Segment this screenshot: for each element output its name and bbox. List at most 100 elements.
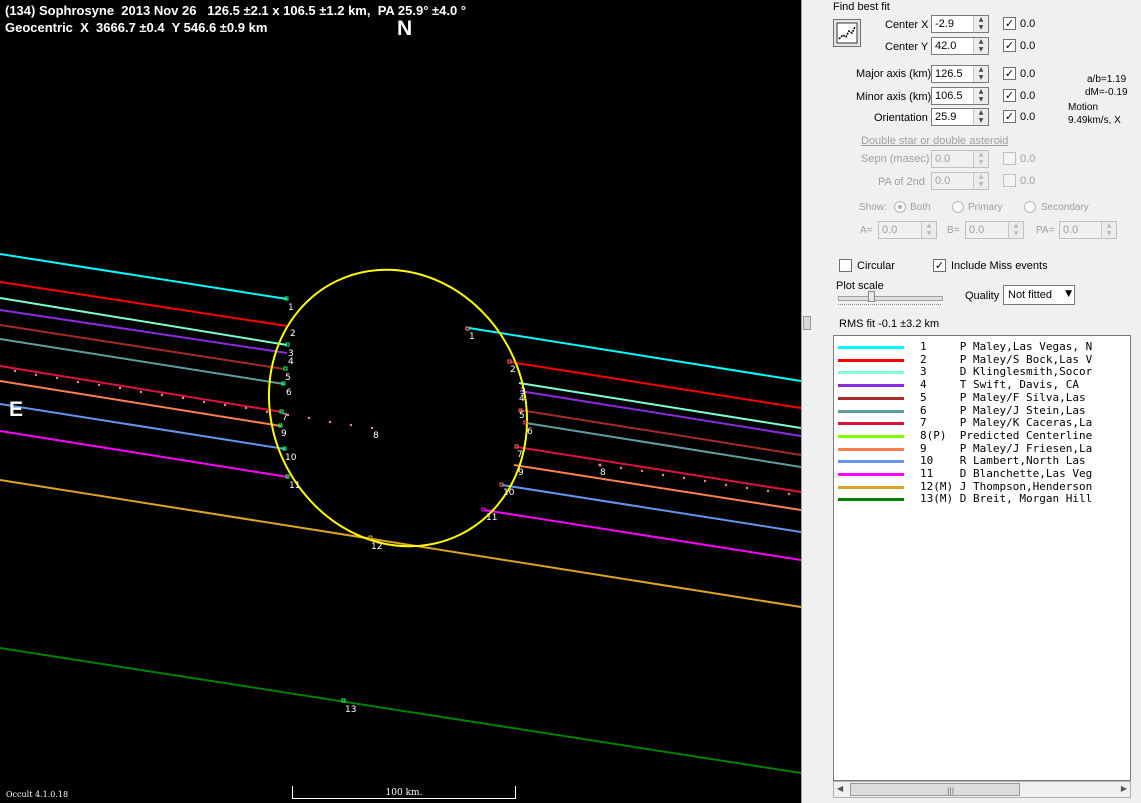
- legend-text: 13(M) D Breit, Morgan Hill: [920, 492, 1093, 506]
- show-primary-label: Primary: [968, 202, 1003, 213]
- chord-label-west-1: 1: [288, 303, 294, 313]
- chord-label-east-2: 2: [510, 365, 516, 375]
- plot-scale-slider[interactable]: [838, 296, 943, 301]
- event-markers: [278, 296, 528, 703]
- center-y-fit-checkbox[interactable]: ✓: [1003, 39, 1016, 52]
- chord-10-west: [0, 403, 286, 450]
- center-x-label: Center X: [885, 19, 929, 31]
- splitter-handle[interactable]: [803, 316, 811, 330]
- legend-color-swatch: [838, 384, 904, 388]
- legend-scrollbar[interactable]: ◀ ||| ▶: [833, 781, 1131, 798]
- delta-magnitude: dM=-0.19: [1085, 87, 1128, 98]
- major-axis-fit-checkbox[interactable]: ✓: [1003, 67, 1016, 80]
- header-line-2: Geocentric X 3666.7 ±0.4 Y 546.6 ±0.9 km: [5, 20, 268, 35]
- legend-row[interactable]: 9 P Maley/J Friesen,La: [834, 441, 1130, 455]
- double-star-link[interactable]: Double star or double asteroid: [861, 135, 1008, 147]
- chord-label-west-2: 2: [290, 329, 296, 339]
- center-y-input[interactable]: 42.0 ▲ ▼: [931, 37, 989, 55]
- major-axis-spinner[interactable]: ▲ ▼: [973, 66, 988, 82]
- legend-text: 12(M) J Thompson,Henderson: [920, 479, 1093, 493]
- legend-row[interactable]: 2 P Maley/S Bock,Las V: [834, 353, 1130, 366]
- legend-color-swatch: [838, 358, 904, 362]
- legend-row[interactable]: 4 T Swift, Davis, CA: [834, 378, 1130, 391]
- sepn-fit-checkbox[interactable]: [1003, 152, 1016, 165]
- orientation-spinner[interactable]: ▲ ▼: [973, 109, 988, 125]
- pa2nd-input[interactable]: 0.0 ▲ ▼: [931, 172, 989, 190]
- a-input[interactable]: 0.0 ▲ ▼: [878, 221, 937, 239]
- b-input[interactable]: 0.0 ▲ ▼: [965, 221, 1024, 239]
- chord-12: [0, 479, 801, 608]
- find-best-fit-button[interactable]: [833, 19, 861, 47]
- chord-label-east-6: 6: [527, 427, 533, 437]
- orientation-fit-checkbox[interactable]: ✓: [1003, 110, 1016, 123]
- plot-scale-label: Plot scale: [836, 280, 884, 292]
- legend-row[interactable]: 12(M) J Thompson,Henderson: [834, 479, 1130, 493]
- legend-text: 5 P Maley/F Silva,Las: [920, 390, 1093, 404]
- pa2nd-fit-checkbox[interactable]: [1003, 174, 1016, 187]
- fit-graph-icon: [836, 22, 858, 44]
- legend-color-swatch: [838, 396, 904, 400]
- circular-checkbox[interactable]: [839, 259, 852, 272]
- pa-label: PA=: [1036, 225, 1055, 236]
- pa-input[interactable]: 0.0 ▲ ▼: [1059, 221, 1117, 239]
- chord-3-east: [518, 382, 801, 429]
- show-secondary-radio[interactable]: [1024, 201, 1036, 213]
- minor-axis-fit-checkbox[interactable]: ✓: [1003, 89, 1016, 102]
- minor-axis-input[interactable]: 106.5 ▲ ▼: [931, 87, 989, 105]
- pa-spinner[interactable]: ▲ ▼: [1101, 222, 1116, 238]
- include-miss-checkbox[interactable]: ✓: [933, 259, 946, 272]
- legend-row[interactable]: 11 D Blanchette,Las Veg: [834, 467, 1130, 480]
- minor-axis-spinner[interactable]: ▲ ▼: [973, 88, 988, 104]
- scrollbar-thumb[interactable]: |||: [850, 783, 1020, 796]
- center-y-delta: 0.0: [1020, 40, 1036, 52]
- show-secondary-label: Secondary: [1041, 202, 1089, 213]
- chord-7-west: [0, 365, 283, 413]
- legend-row[interactable]: 13(M) D Breit, Morgan Hill: [834, 492, 1130, 506]
- observer-legend[interactable]: 1 P Maley,Las Vegas, N2 P Maley/S Bock,L…: [833, 335, 1131, 781]
- center-x-delta: 0.0: [1020, 18, 1036, 30]
- legend-row[interactable]: 1 P Maley,Las Vegas, N: [834, 340, 1130, 353]
- center-x-input[interactable]: -2.9 ▲ ▼: [931, 15, 989, 33]
- legend-row[interactable]: 7 P Maley/K Caceras,La: [834, 416, 1130, 430]
- a-spinner[interactable]: ▲ ▼: [921, 222, 936, 238]
- legend-row[interactable]: 8(P) Predicted Centerline: [834, 429, 1130, 442]
- chord-11-east: [483, 509, 801, 561]
- major-axis-input[interactable]: 126.5 ▲ ▼: [931, 65, 989, 83]
- quality-label: Quality: [965, 290, 1000, 302]
- sepn-delta: 0.0: [1020, 153, 1036, 165]
- center-x-spinner[interactable]: ▲ ▼: [973, 16, 988, 32]
- orientation-input[interactable]: 25.9 ▲ ▼: [931, 108, 989, 126]
- b-spinner[interactable]: ▲ ▼: [1008, 222, 1023, 238]
- orientation-delta: 0.0: [1020, 111, 1036, 123]
- legend-text: 7 P Maley/K Caceras,La: [920, 416, 1093, 430]
- center-y-label: Center Y: [885, 41, 929, 53]
- center-x-fit-checkbox[interactable]: ✓: [1003, 17, 1016, 30]
- legend-row[interactable]: 10 R Lambert,North Las: [834, 454, 1130, 467]
- sepn-input[interactable]: 0.0 ▲ ▼: [931, 150, 989, 168]
- chord-label-west-4: 4: [288, 357, 294, 367]
- orientation-label: Orientation: [874, 112, 928, 124]
- legend-color-swatch: [838, 473, 904, 476]
- chord-label-east-1: 1: [469, 332, 475, 342]
- scroll-right-icon[interactable]: ▶: [1121, 784, 1127, 793]
- center-y-spinner[interactable]: ▲ ▼: [973, 38, 988, 54]
- chord-label-east-5: 5: [519, 411, 525, 421]
- plot-scale-thumb[interactable]: [868, 291, 875, 302]
- quality-select[interactable]: Not fitted ▼: [1003, 285, 1075, 305]
- legend-text: 9 P Maley/J Friesen,La: [920, 441, 1093, 455]
- chord-label-west-5: 5: [285, 373, 291, 383]
- show-both-radio[interactable]: [894, 201, 906, 213]
- chord-1-west: [0, 253, 288, 300]
- show-primary-radio[interactable]: [952, 201, 964, 213]
- legend-row[interactable]: 3 D Klinglesmith,Socor: [834, 365, 1130, 378]
- pa2nd-delta: 0.0: [1020, 175, 1036, 187]
- legend-row[interactable]: 6 P Maley/J Stein,Las: [834, 404, 1130, 417]
- pa2nd-spinner[interactable]: ▲ ▼: [973, 173, 988, 189]
- chord-label-east-8: 8: [600, 468, 606, 478]
- chord-label-east-4: 4: [519, 394, 525, 404]
- legend-row[interactable]: 5 P Maley/F Silva,Las: [834, 390, 1130, 404]
- motion-label: Motion: [1068, 102, 1099, 113]
- occultation-plot[interactable]: 1 2 3 4 5 6 7 8 9 10 11 12 13 1 2 3 4 5 …: [0, 0, 801, 803]
- sepn-spinner[interactable]: ▲ ▼: [973, 151, 988, 167]
- scroll-left-icon[interactable]: ◀: [837, 784, 843, 793]
